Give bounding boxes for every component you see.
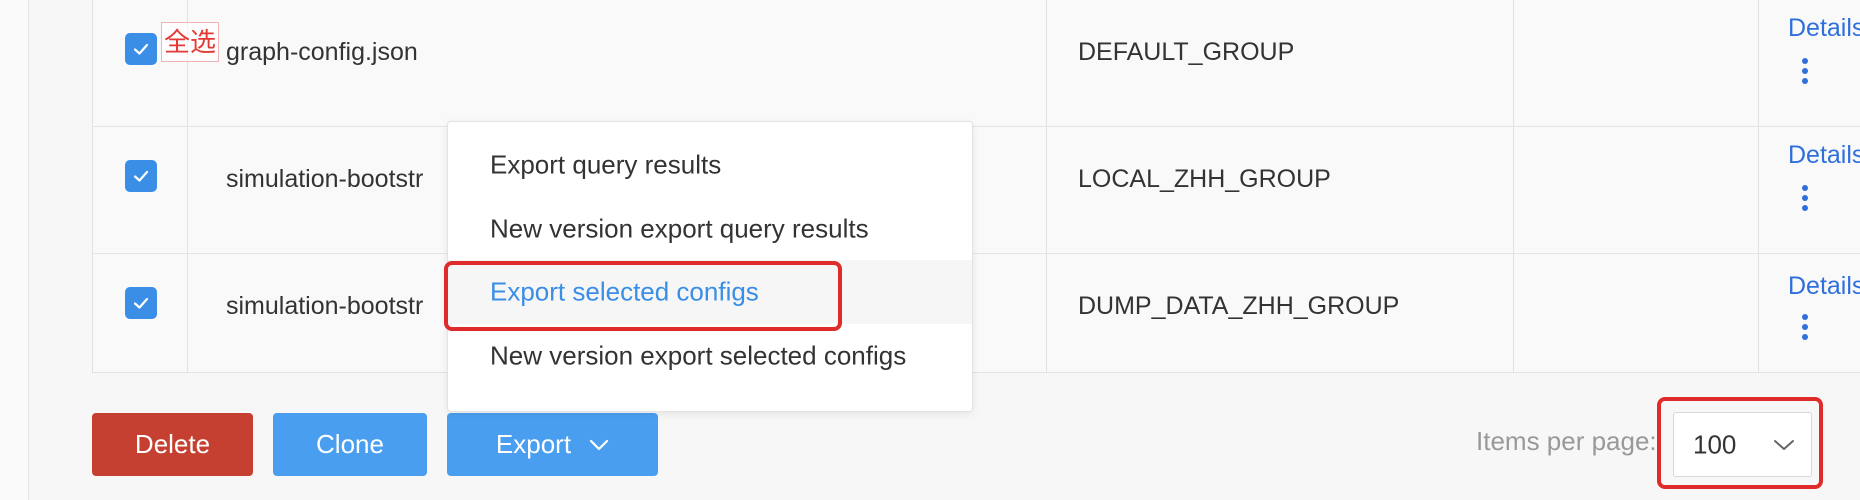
highlight-page-size — [1657, 397, 1823, 489]
chevron-down-icon — [589, 439, 609, 450]
highlight-export-selected — [444, 261, 842, 331]
row-checkbox[interactable] — [125, 160, 157, 192]
clone-button[interactable]: Clone — [273, 413, 427, 476]
delete-button[interactable]: Delete — [92, 413, 253, 476]
table-row: simulation-bootstr DUMP_DATA_ZHH_GROUP D… — [93, 245, 1860, 371]
table-row: simulation-bootstr LOCAL_ZHH_GROUP Detai… — [93, 127, 1860, 254]
data-id-cell: simulation-bootstr — [226, 165, 424, 193]
items-per-page-label: Items per page: — [1476, 426, 1657, 456]
export-button-label: Export — [495, 429, 572, 459]
more-vertical-icon[interactable] — [1800, 313, 1810, 341]
group-cell: DEFAULT_GROUP — [1078, 38, 1295, 66]
more-vertical-icon[interactable] — [1800, 184, 1810, 212]
group-cell: DUMP_DATA_ZHH_GROUP — [1078, 292, 1400, 320]
table-row: graph-config.json DEFAULT_GROUP Details — [93, 0, 1860, 127]
group-cell: LOCAL_ZHH_GROUP — [1078, 165, 1331, 193]
menu-item-new-version-export-selected-configs[interactable]: New version export selected configs — [448, 324, 972, 388]
menu-item-export-query-results[interactable]: Export query results — [448, 133, 972, 197]
menu-item-new-version-export-query-results[interactable]: New version export query results — [448, 197, 972, 261]
data-id-cell: simulation-bootstr — [226, 292, 424, 320]
row-checkbox[interactable] — [125, 33, 157, 65]
export-button[interactable]: Export — [447, 413, 658, 476]
details-link[interactable]: Details — [1788, 272, 1860, 301]
row-checkbox[interactable] — [125, 287, 157, 319]
select-all-annotation: 全选 — [161, 22, 220, 62]
config-table: graph-config.json DEFAULT_GROUP Details … — [92, 0, 1860, 373]
more-vertical-icon[interactable] — [1800, 57, 1810, 85]
sidebar-edge — [0, 0, 29, 500]
check-icon — [133, 297, 149, 309]
data-id-cell: graph-config.json — [226, 38, 418, 66]
details-link[interactable]: Details — [1788, 14, 1860, 43]
check-icon — [133, 170, 149, 182]
check-icon — [133, 43, 149, 55]
details-link[interactable]: Details — [1788, 141, 1860, 170]
